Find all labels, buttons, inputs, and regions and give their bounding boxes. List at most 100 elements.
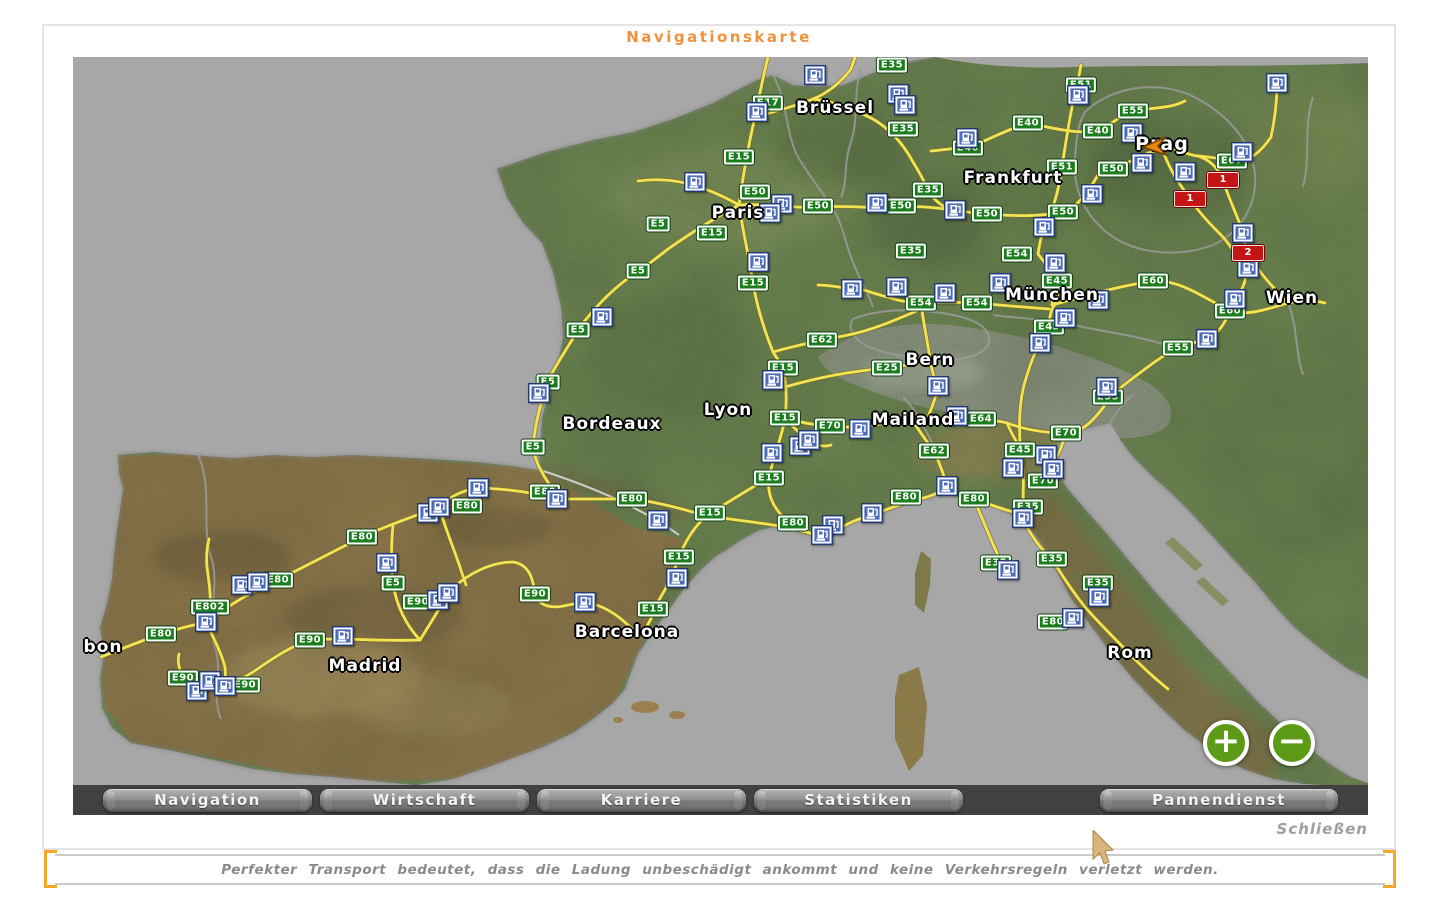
fuel-station-icon — [195, 612, 217, 632]
fuel-station-icon — [894, 95, 916, 115]
fuel-station-icon — [934, 283, 956, 303]
road-label-e15: E15 — [638, 602, 668, 617]
road-label-e50: E50 — [803, 199, 833, 214]
fuel-station-icon — [1062, 608, 1084, 628]
fuel-station-icon — [746, 102, 768, 122]
road-label-e62: E62 — [807, 333, 837, 348]
city-label-madrid: Madrid — [329, 656, 402, 676]
zoom-in-button[interactable]: + — [1203, 720, 1249, 766]
fuel-station-icon — [886, 277, 908, 297]
toolbar-button-statistiken[interactable]: Statistiken — [754, 789, 963, 812]
fuel-station-icon — [1002, 458, 1024, 478]
road-label-e90: E90 — [520, 587, 550, 602]
city-label-bon: bon — [84, 637, 123, 657]
map-overlays: E35E17E35E40E40E51E55E40E15E35E50E50E50E… — [73, 57, 1368, 785]
road-label-e90: E90 — [295, 633, 325, 648]
fuel-station-icon — [761, 443, 783, 463]
fuel-station-icon — [936, 476, 958, 496]
fuel-station-icon — [546, 489, 568, 509]
route-marker-1: 1 — [1207, 172, 1239, 188]
road-label-e80: E80 — [146, 627, 176, 642]
navigation-panel: Navigationskarte — [42, 24, 1396, 850]
fuel-station-icon — [647, 510, 669, 530]
fuel-station-icon — [528, 383, 550, 403]
fuel-station-icon — [927, 376, 949, 396]
road-label-e64: E64 — [966, 412, 996, 427]
fuel-station-icon — [1266, 73, 1288, 93]
route-marker-2: 2 — [1232, 245, 1264, 261]
fuel-station-icon — [684, 172, 706, 192]
route-marker-1: 1 — [1174, 191, 1206, 207]
city-label-bern: Bern — [906, 350, 955, 370]
city-label-mailand: Mailand — [872, 410, 955, 430]
road-label-e80: E80 — [891, 490, 921, 505]
road-label-e35: E35 — [1037, 552, 1067, 567]
fuel-station-icon — [997, 560, 1019, 580]
status-text: Perfekter Transport bedeutet, dass die L… — [221, 862, 1219, 878]
fuel-station-icon — [1044, 253, 1066, 273]
road-label-e5: E5 — [567, 323, 590, 338]
fuel-station-icon — [376, 553, 398, 573]
toolbar-button-pannendienst[interactable]: Pannendienst — [1100, 789, 1338, 812]
road-label-e50: E50 — [1098, 162, 1128, 177]
map[interactable]: E35E17E35E40E40E51E55E40E15E35E50E50E50E… — [73, 57, 1368, 785]
road-label-e54: E54 — [906, 296, 936, 311]
fuel-station-icon — [841, 279, 863, 299]
fuel-station-icon — [747, 252, 769, 272]
fuel-station-icon — [467, 478, 489, 498]
player-position-icon — [1142, 136, 1168, 156]
road-label-e35: E35 — [896, 244, 926, 259]
toolbar-button-karriere[interactable]: Karriere — [537, 789, 746, 812]
road-label-e80: E80 — [617, 492, 647, 507]
road-label-e15: E15 — [738, 276, 768, 291]
city-label-lyon: Lyon — [704, 400, 753, 420]
zoom-out-button[interactable]: − — [1269, 720, 1315, 766]
road-label-e80: E80 — [778, 516, 808, 531]
road-label-e60: E60 — [1138, 274, 1168, 289]
road-label-e35: E35 — [888, 122, 918, 137]
road-label-e80: E80 — [452, 499, 482, 514]
city-label-paris: Paris — [712, 203, 765, 223]
fuel-station-icon — [1131, 153, 1153, 173]
fuel-station-icon — [849, 419, 871, 439]
road-label-e15: E15 — [664, 550, 694, 565]
road-label-e15: E15 — [697, 226, 727, 241]
road-label-e5: E5 — [627, 264, 650, 279]
toolbar-button-wirtschaft[interactable]: Wirtschaft — [320, 789, 529, 812]
fuel-station-icon — [1174, 162, 1196, 182]
toolbar-button-navigation[interactable]: Navigation — [103, 789, 312, 812]
fuel-station-icon — [866, 193, 888, 213]
fuel-station-icon — [1088, 587, 1110, 607]
city-label-rom: Rom — [1107, 643, 1152, 663]
status-bar: Perfekter Transport bedeutet, dass die L… — [44, 850, 1396, 888]
fuel-station-icon — [1237, 258, 1259, 278]
road-label-e55: E55 — [1118, 104, 1148, 119]
fuel-station-icon — [591, 307, 613, 327]
toolbar: Navigation Wirtschaft Karriere Statistiken P… — [73, 785, 1368, 815]
fuel-station-icon — [332, 626, 354, 646]
road-label-e54: E54 — [962, 296, 992, 311]
road-label-e54: E54 — [1002, 247, 1032, 262]
fuel-station-icon — [214, 676, 236, 696]
road-label-e50: E50 — [740, 185, 770, 200]
fuel-station-icon — [1067, 85, 1089, 105]
fuel-station-icon — [762, 370, 784, 390]
fuel-station-icon — [1096, 377, 1118, 397]
fuel-station-icon — [1054, 308, 1076, 328]
city-label-br-ssel: Brüssel — [796, 98, 874, 118]
fuel-station-icon — [437, 583, 459, 603]
city-label-wien: Wien — [1266, 288, 1318, 308]
fuel-station-icon — [804, 65, 826, 85]
road-label-e15: E15 — [754, 471, 784, 486]
close-link[interactable]: Schließen — [1277, 820, 1368, 838]
city-label-bordeaux: Bordeaux — [562, 414, 661, 434]
fuel-station-icon — [1224, 289, 1246, 309]
road-label-e50: E50 — [972, 207, 1002, 222]
road-label-e5: E5 — [647, 217, 670, 232]
fuel-station-icon — [811, 525, 833, 545]
city-label-frankfurt: Frankfurt — [964, 168, 1063, 188]
fuel-station-icon — [798, 430, 820, 450]
fuel-station-icon — [1042, 459, 1064, 479]
road-label-e15: E15 — [695, 506, 725, 521]
fuel-station-icon — [1012, 508, 1034, 528]
